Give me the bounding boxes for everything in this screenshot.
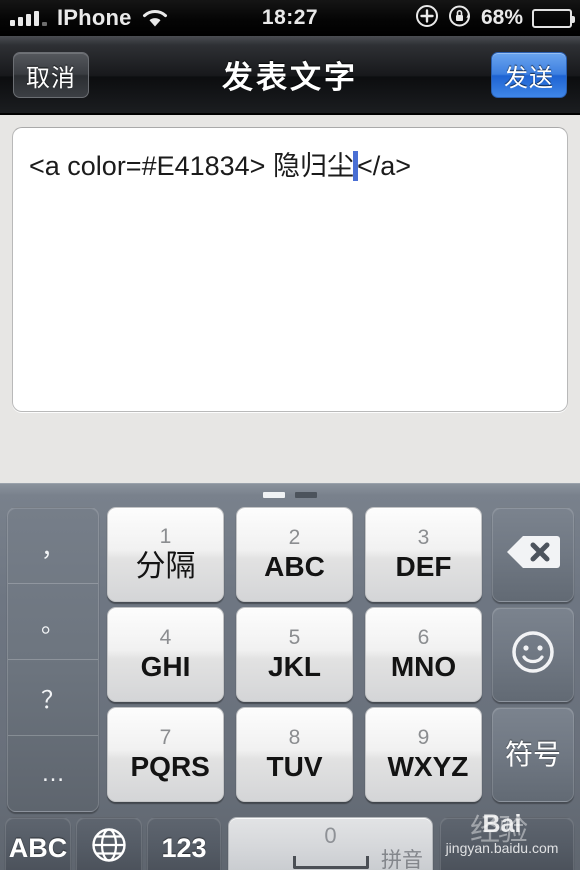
phone-screen: IPhone 18:27 68% 取消 发表文字 发送 <a color=#E4… — [0, 0, 580, 870]
page-title: 发表文字 — [222, 60, 358, 95]
key-4-label: GHI — [140, 651, 191, 683]
globe-icon — [89, 825, 129, 870]
numbers-mode-key[interactable]: 123 — [147, 817, 221, 870]
key-6-label: MNO — [390, 651, 457, 683]
keyboard-page-indicator — [0, 492, 580, 498]
key-3[interactable]: 3 DEF — [365, 507, 482, 602]
punct-key-period[interactable]: 。 — [8, 584, 98, 660]
key-2[interactable]: 2 ABC — [236, 507, 353, 602]
cancel-button[interactable]: 取消 — [13, 52, 89, 98]
globe-key[interactable] — [76, 817, 142, 870]
punctuation-key[interactable]: ， 。 ？ … — [7, 507, 99, 812]
text-input-value: <a color=#E41834> 隐归尘 — [29, 151, 354, 181]
clock-label: 18:27 — [261, 6, 319, 29]
return-key[interactable] — [440, 817, 574, 870]
key-7-label: PQRS — [130, 751, 210, 783]
input-mode-label: 拼音 — [381, 849, 423, 870]
key-9[interactable]: 9 WXYZ — [365, 707, 482, 802]
backspace-icon — [505, 533, 561, 576]
smiley-icon — [510, 629, 556, 680]
key-9-label: WXYZ — [387, 751, 469, 783]
key-3-number: 3 — [417, 526, 430, 550]
key-6[interactable]: 6 MNO — [365, 607, 482, 702]
key-1-number: 1 — [159, 525, 172, 549]
key-4-number: 4 — [159, 626, 172, 650]
key-4[interactable]: 4 GHI — [107, 607, 224, 702]
key-1[interactable]: 1 分隔 — [107, 507, 224, 602]
key-6-number: 6 — [417, 626, 430, 650]
key-5[interactable]: 5 JKL — [236, 607, 353, 702]
key-7-number: 7 — [159, 726, 172, 750]
battery-icon — [532, 8, 575, 28]
keyboard: ， 。 ？ … 1 分隔 2 ABC 3 DEF 4 GHI 5 JKL 6 M… — [0, 483, 580, 870]
text-input-field[interactable]: <a color=#E41834> 隐归尘 </a> — [12, 127, 568, 412]
punct-key-question[interactable]: ？ — [8, 660, 98, 736]
page-dot-inactive — [295, 492, 317, 498]
content-area: <a color=#E41834> 隐归尘 </a> — [0, 117, 580, 483]
send-button[interactable]: 发送 — [491, 52, 567, 98]
key-7[interactable]: 7 PQRS — [107, 707, 224, 802]
symbols-key-label: 符号 — [504, 738, 561, 770]
page-dot-active — [263, 492, 285, 498]
punct-key-comma[interactable]: ， — [8, 508, 98, 584]
key-3-label: DEF — [395, 551, 452, 583]
navigation-bar: 取消 发表文字 发送 — [0, 36, 580, 115]
backspace-key[interactable] — [492, 507, 574, 602]
space-bar-icon — [292, 856, 369, 869]
key-5-number: 5 — [288, 626, 301, 650]
text-input-value-tail: </a> — [356, 151, 412, 181]
key-5-label: JKL — [268, 651, 321, 683]
status-bar: IPhone 18:27 68% — [0, 0, 580, 36]
key-8-label: TUV — [266, 751, 323, 783]
space-key[interactable]: 0 拼音 — [228, 817, 433, 870]
key-8-number: 8 — [288, 726, 301, 750]
keyboard-keys-area: ， 。 ？ … 1 分隔 2 ABC 3 DEF 4 GHI 5 JKL 6 M… — [0, 502, 580, 812]
emoji-key[interactable] — [492, 607, 574, 702]
symbols-key[interactable]: 符号 — [492, 707, 574, 802]
key-2-number: 2 — [288, 526, 301, 550]
key-1-label: 分隔 — [135, 550, 196, 584]
punct-key-ellipsis[interactable]: … — [8, 736, 98, 811]
key-8[interactable]: 8 TUV — [236, 707, 353, 802]
key-2-label: ABC — [264, 551, 325, 583]
abc-mode-key[interactable]: ABC — [5, 817, 71, 870]
key-9-number: 9 — [417, 726, 430, 750]
